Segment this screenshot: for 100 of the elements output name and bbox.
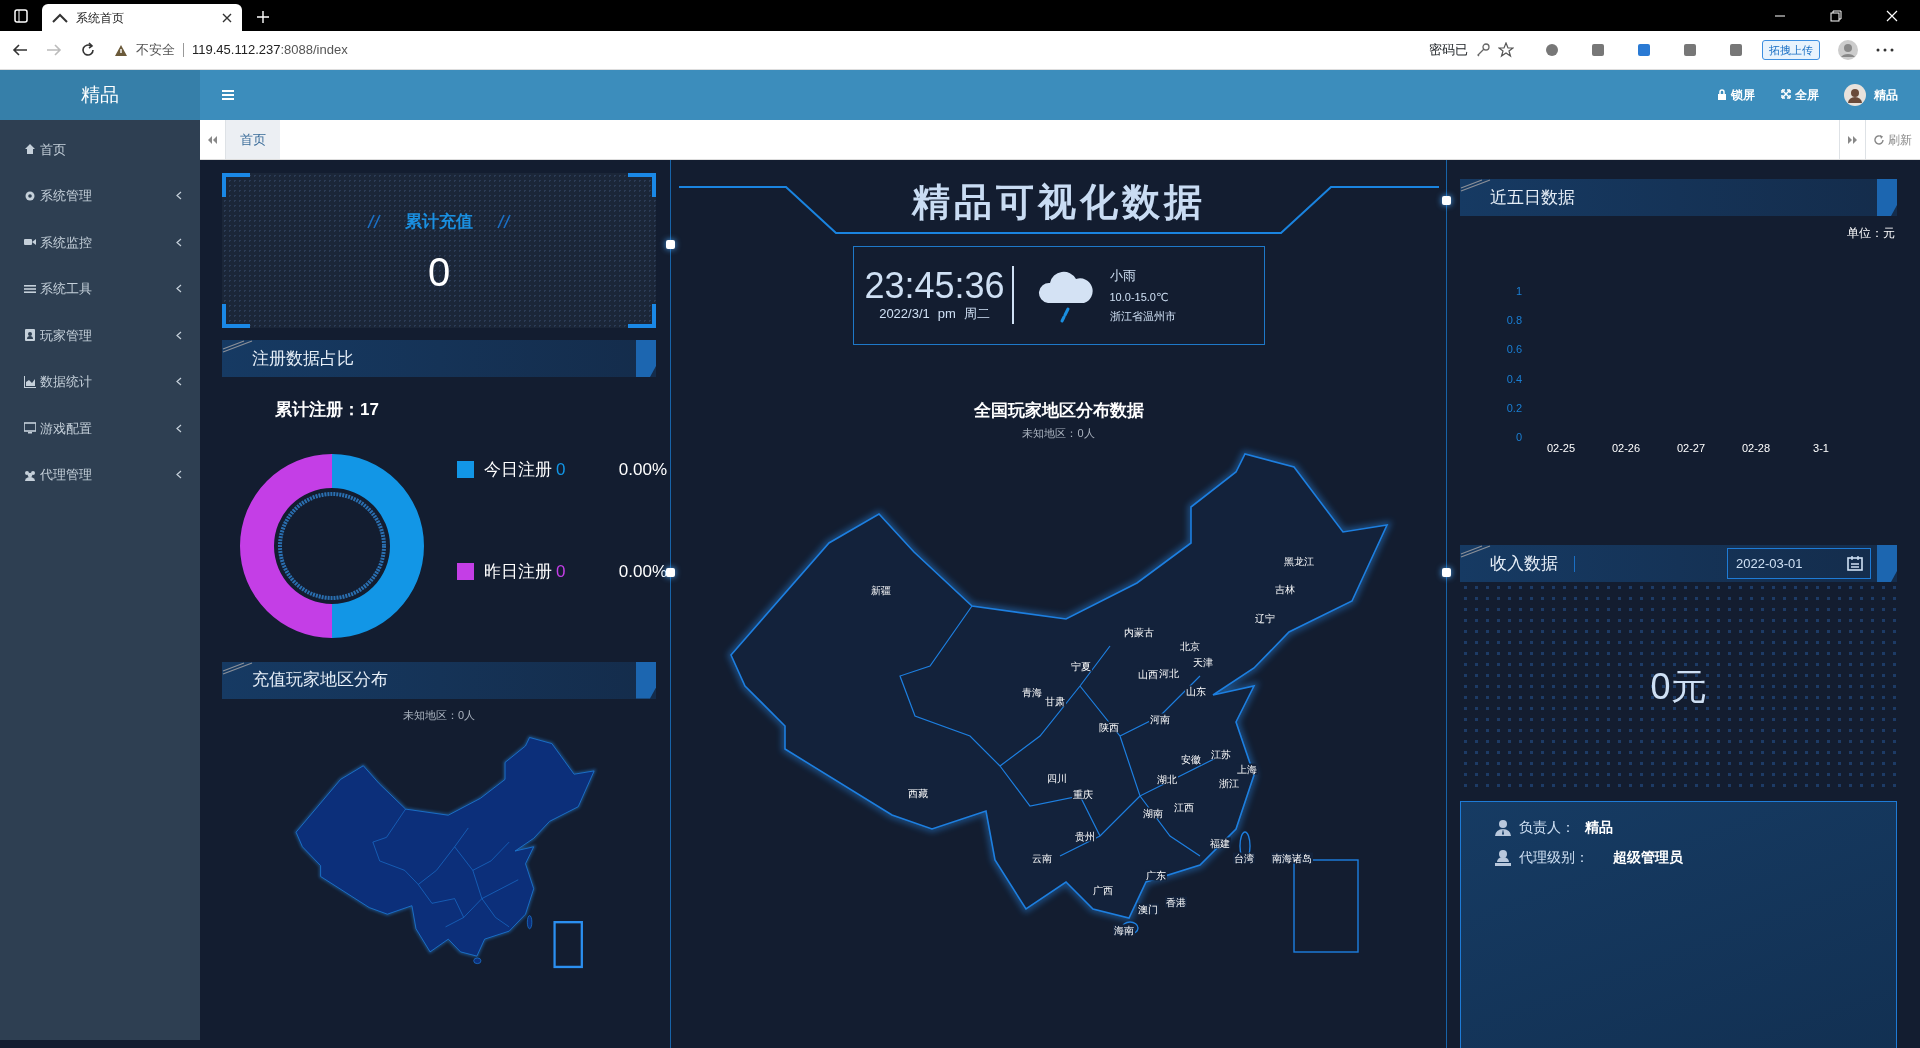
axis-category-label: 02-27 bbox=[1676, 442, 1706, 454]
contact-card-icon bbox=[24, 329, 36, 342]
province-label: 广东 bbox=[1145, 869, 1167, 881]
province-label: 西藏 bbox=[907, 787, 929, 799]
corner-bracket bbox=[222, 304, 250, 328]
province-label: 浙江 bbox=[1218, 777, 1240, 789]
map-title: 全国玩家地区分布数据 bbox=[973, 399, 1144, 422]
browser-tab[interactable]: 系统首页 bbox=[42, 4, 242, 31]
fullscreen-icon bbox=[1781, 89, 1791, 101]
legend-label: 今日注册 bbox=[484, 458, 552, 481]
province-label: 河南 bbox=[1149, 713, 1171, 725]
sidebar-item[interactable]: 玩家管理 bbox=[0, 312, 200, 359]
key-icon[interactable] bbox=[1476, 43, 1490, 57]
province-label: 江苏 bbox=[1210, 748, 1232, 760]
site-icon bbox=[52, 12, 68, 23]
connector-knob bbox=[1442, 568, 1451, 577]
province-label: 重庆 bbox=[1072, 788, 1094, 800]
sidebar-item[interactable]: 系统监控 bbox=[0, 219, 200, 266]
province-label: 黑龙江 bbox=[1283, 555, 1315, 567]
page-tab[interactable]: 首页 bbox=[226, 120, 280, 159]
weather-temperature: 10.0-15.0℃ bbox=[1109, 289, 1170, 305]
province-label: 贵州 bbox=[1074, 830, 1096, 842]
tab-title: 系统首页 bbox=[76, 9, 125, 27]
menu-icon[interactable] bbox=[222, 90, 234, 100]
date-field[interactable]: 2022-03-01 bbox=[1727, 548, 1871, 579]
info-label: 负责人： bbox=[1519, 817, 1576, 837]
province-label: 陕西 bbox=[1098, 721, 1120, 733]
axis-category-label: 02-26 bbox=[1611, 442, 1641, 454]
calendar-icon[interactable] bbox=[1847, 555, 1863, 571]
corner-block bbox=[1877, 545, 1897, 582]
sidebar-item[interactable]: 系统管理 bbox=[0, 172, 200, 219]
section-title: 近五日数据 bbox=[1490, 186, 1575, 209]
province-label: 广西 bbox=[1092, 884, 1114, 896]
double-left-icon bbox=[207, 134, 218, 145]
close-icon[interactable] bbox=[222, 12, 232, 23]
province-label: 新疆 bbox=[870, 584, 892, 596]
section-title: 注册数据占比 bbox=[252, 347, 354, 370]
gear-icon bbox=[24, 189, 36, 202]
sidebar-item[interactable]: 首页 bbox=[0, 126, 200, 173]
users-icon bbox=[24, 468, 36, 481]
province-label: 台湾 bbox=[1233, 852, 1255, 864]
corner-block bbox=[636, 340, 656, 377]
reload-icon[interactable] bbox=[80, 42, 96, 58]
back-icon[interactable] bbox=[12, 42, 28, 58]
income-amount: 0元 bbox=[1650, 665, 1707, 709]
info-label: 代理级别： bbox=[1519, 847, 1590, 867]
upload-extension-button[interactable]: 拓拽上传 bbox=[1762, 39, 1820, 61]
corner-bracket bbox=[628, 173, 656, 197]
weather-city: 浙江省温州市 bbox=[1109, 309, 1176, 325]
stat-title: 累计充值 bbox=[405, 210, 473, 233]
refresh-icon bbox=[1874, 134, 1884, 145]
province-label: 山东 bbox=[1185, 685, 1207, 697]
user-name[interactable]: 精品 bbox=[1874, 86, 1898, 104]
legend-count: 0 bbox=[556, 458, 566, 481]
clock-weekday: 周二 bbox=[963, 304, 990, 323]
profile-avatar-icon[interactable] bbox=[1838, 40, 1858, 60]
legend-percent: 0.00% bbox=[618, 458, 667, 481]
favorite-icon[interactable] bbox=[1498, 42, 1514, 58]
province-label: 内蒙古 bbox=[1123, 626, 1155, 638]
province-label: 江西 bbox=[1173, 801, 1195, 813]
person-badge-icon bbox=[1495, 848, 1511, 866]
map-subtitle: 未知地区：0人 bbox=[1022, 426, 1095, 442]
legend-count: 0 bbox=[556, 561, 566, 583]
sidebar-item[interactable]: 数据统计 bbox=[0, 358, 200, 405]
more-icon[interactable] bbox=[1876, 48, 1894, 52]
header-action-button[interactable]: 全屏 bbox=[1780, 85, 1820, 105]
app-logo: 精品 bbox=[0, 70, 200, 120]
restore-icon[interactable] bbox=[1830, 10, 1842, 22]
user-avatar[interactable] bbox=[1844, 84, 1866, 106]
slash-decoration-icon bbox=[367, 214, 381, 229]
province-label: 云南 bbox=[1031, 852, 1053, 864]
axis-tick-label: 0.6 bbox=[1506, 343, 1522, 356]
person-icon bbox=[1495, 818, 1511, 836]
axis-tick-label: 0.8 bbox=[1506, 314, 1522, 327]
axis-tick-label: 1 bbox=[1515, 285, 1522, 297]
province-label: 北京 bbox=[1179, 640, 1201, 652]
sidebar-item[interactable]: 代理管理 bbox=[0, 451, 200, 498]
axis-category-label: 02-28 bbox=[1741, 442, 1771, 454]
security-label: 不安全 bbox=[136, 41, 175, 60]
province-label: 天津 bbox=[1192, 656, 1214, 668]
monitor-icon bbox=[24, 422, 36, 435]
province-label: 四川 bbox=[1046, 772, 1068, 784]
tab-actions-icon[interactable] bbox=[14, 9, 28, 23]
sidebar-item[interactable]: 游戏配置 bbox=[0, 405, 200, 452]
connector-knob bbox=[1442, 196, 1451, 205]
double-right-icon bbox=[1847, 134, 1858, 145]
axis-category-label: 02-25 bbox=[1546, 442, 1576, 454]
address-bar[interactable]: 不安全 119.45.112.237:8088/index 密码已 bbox=[114, 35, 1514, 65]
new-tab-icon[interactable] bbox=[256, 10, 270, 24]
province-label: 澳门 bbox=[1137, 903, 1159, 915]
banner-title: 精品可视化数据 bbox=[911, 180, 1206, 224]
password-saved-text[interactable]: 密码已 bbox=[1429, 40, 1468, 60]
province-label: 香港 bbox=[1165, 896, 1187, 908]
connector-knob bbox=[666, 568, 675, 577]
clock-meridiem: pm bbox=[937, 304, 956, 323]
header-action-button[interactable]: 锁屏 bbox=[1716, 85, 1756, 105]
sidebar-item[interactable]: 系统工具 bbox=[0, 265, 200, 312]
corner-bracket bbox=[628, 304, 656, 328]
province-label: 宁夏 bbox=[1070, 660, 1092, 672]
refresh-button[interactable]: 刷新 bbox=[1865, 120, 1920, 159]
